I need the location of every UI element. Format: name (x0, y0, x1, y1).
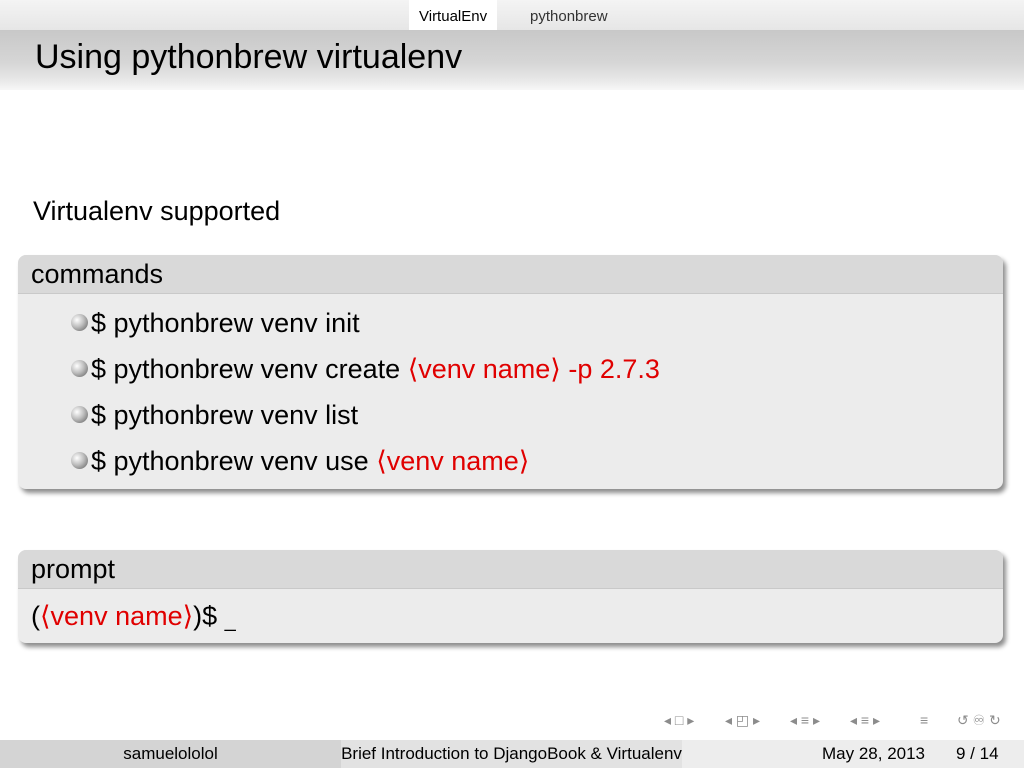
prompt-open: ( (31, 601, 40, 631)
footer-title: Brief Introduction to DjangoBook & Virtu… (341, 740, 682, 768)
search-back-forward-icon[interactable]: ↺ ♾ ↻ (957, 712, 1001, 729)
command-text: $ pythonbrew venv use (91, 446, 377, 476)
bullet-icon (71, 314, 88, 331)
bullet-icon (71, 406, 88, 423)
footer-date: May 28, 2013 (822, 744, 926, 763)
list-item: $ pythonbrew venv list (31, 392, 1003, 438)
footer-author: samuelololol (0, 740, 341, 768)
footer-right: May 28, 2013 9 / 14 (682, 740, 1024, 768)
bullet-icon (71, 360, 88, 377)
prompt-cursor: _ (224, 610, 236, 632)
command-text: $ pythonbrew venv init (91, 308, 360, 338)
prompt-close: )$ (193, 601, 225, 631)
nav-tab-virtualenv[interactable]: VirtualEnv (409, 0, 498, 30)
footer-page-number: 9 / 14 (956, 744, 999, 763)
prompt-block: prompt (⟨venv name⟩)$ _ (18, 550, 1003, 643)
frame-title: Using pythonbrew virtualenv (35, 38, 463, 76)
commands-block: commands $ pythonbrew venv init $ python… (18, 255, 1003, 489)
nav-tab-pythonbrew[interactable]: pythonbrew (520, 0, 618, 30)
prompt-block-title: prompt (18, 550, 1003, 589)
prompt-venv-name: ⟨venv name⟩ (40, 601, 194, 631)
commands-block-title: commands (18, 255, 1003, 294)
intro-text: Virtualenv supported (33, 196, 281, 226)
prompt-line: (⟨venv name⟩)$ _ (18, 589, 1003, 643)
list-item: $ pythonbrew venv init (31, 300, 1003, 346)
subsubsection-nav-icon[interactable]: ◂ ≡ ▸ (850, 712, 880, 729)
command-argument: ⟨venv name⟩ (376, 446, 530, 476)
list-item: $ pythonbrew venv use ⟨venv name⟩ (31, 438, 1003, 484)
command-text: $ pythonbrew venv list (91, 400, 359, 430)
footer: samuelololol Brief Introduction to Djang… (0, 740, 1024, 768)
command-text: $ pythonbrew venv create (91, 354, 408, 384)
frame-nav-icon[interactable]: ◂ □ ▸ (664, 712, 694, 729)
subsection-nav-icon[interactable]: ◂ ◰ ▸ (725, 712, 760, 729)
bullet-icon (71, 452, 88, 469)
list-item: $ pythonbrew venv create ⟨venv name⟩ -p … (31, 346, 1003, 392)
section-nav-icon[interactable]: ◂ ≡ ▸ (790, 712, 820, 729)
navigation-bar: VirtualEnv pythonbrew (0, 0, 1024, 30)
align-icon[interactable]: ≡ (920, 712, 928, 728)
command-argument: ⟨venv name⟩ -p 2.7.3 (407, 354, 660, 384)
commands-list: $ pythonbrew venv init $ pythonbrew venv… (18, 294, 1003, 484)
